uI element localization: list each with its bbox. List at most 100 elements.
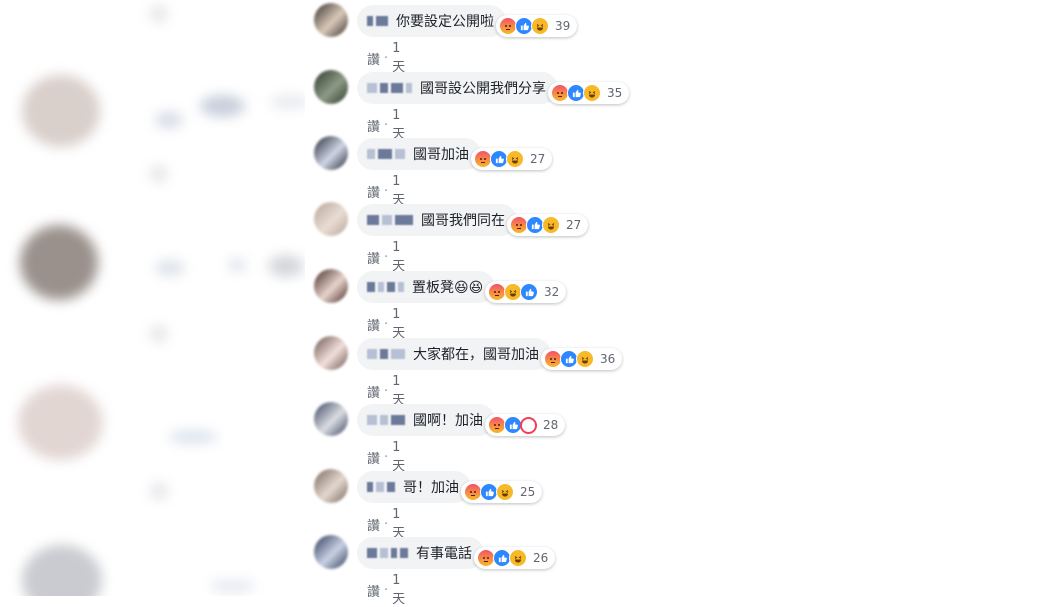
love-reaction-icon	[520, 416, 537, 434]
avatar[interactable]	[314, 402, 348, 436]
like-reaction-icon	[520, 283, 538, 301]
blurred-text	[268, 255, 304, 277]
avatar[interactable]	[314, 469, 348, 503]
comment-text: 有事電話	[416, 546, 472, 562]
comment-timestamp[interactable]: 1天	[392, 573, 405, 607]
separator-dot: ·	[384, 50, 389, 66]
reactions-summary[interactable]: 28	[485, 414, 566, 436]
like-link[interactable]: 讚	[367, 116, 380, 135]
comment-bubble: 國哥設公開我們分享	[357, 72, 558, 104]
comment-timestamp[interactable]: 1天	[392, 307, 405, 341]
comment-text: 置板凳😆😆	[412, 280, 484, 296]
reaction-count: 39	[555, 19, 571, 33]
avatar[interactable]	[314, 336, 348, 370]
like-link[interactable]: 讚	[367, 382, 380, 401]
blurred-text	[155, 112, 183, 128]
reactions-summary[interactable]: 39	[496, 15, 578, 37]
reaction-count: 27	[566, 218, 582, 232]
like-link[interactable]: 讚	[367, 182, 380, 201]
reaction-count: 35	[607, 86, 623, 100]
like-link[interactable]: 讚	[367, 315, 380, 334]
reaction-count: 26	[533, 551, 549, 565]
like-link[interactable]: 讚	[367, 581, 380, 600]
reactions-summary[interactable]: 26	[474, 547, 556, 569]
comment-text: 大家都在，國哥加油	[413, 347, 539, 363]
commenter-name-redacted[interactable]	[367, 349, 405, 359]
comment-bubble: 國啊！加油	[357, 404, 495, 436]
comment-bubble: 置板凳😆😆	[357, 271, 496, 303]
comment-timestamp[interactable]: 1天	[392, 440, 405, 474]
separator-dot: ·	[384, 449, 389, 465]
comment-bubble: 哥！加油	[357, 471, 471, 503]
blurred-avatar	[20, 225, 98, 300]
haha-reaction-icon	[583, 84, 601, 102]
avatar[interactable]	[314, 70, 348, 104]
reactions-summary[interactable]: 25	[461, 481, 543, 503]
avatar[interactable]	[314, 3, 348, 37]
commenter-name-redacted[interactable]	[367, 215, 413, 225]
blurred-avatar	[18, 385, 103, 460]
separator-dot: ·	[384, 316, 389, 332]
reactions-summary[interactable]: 27	[471, 148, 553, 170]
comment-actions: 讚 · 1天	[367, 174, 405, 208]
comment-bubble: 你要設定公開啦	[357, 5, 506, 37]
avatar[interactable]	[314, 269, 348, 303]
reactions-summary[interactable]: 36	[541, 348, 623, 370]
reactions-summary[interactable]: 32	[485, 281, 567, 303]
reaction-count: 25	[520, 485, 536, 499]
haha-reaction-icon	[506, 150, 524, 168]
comment-timestamp[interactable]: 1天	[392, 240, 405, 274]
blurred-background-left	[0, 0, 305, 596]
blurred-dot	[150, 482, 168, 500]
comment-text: 國哥加油	[413, 147, 469, 163]
like-link[interactable]: 讚	[367, 248, 380, 267]
commenter-name-redacted[interactable]	[367, 482, 395, 492]
reactions-summary[interactable]: 27	[507, 214, 589, 236]
separator-dot: ·	[384, 183, 389, 199]
blurred-avatar	[22, 75, 100, 147]
blurred-text	[168, 430, 218, 444]
like-link[interactable]: 讚	[367, 49, 380, 68]
haha-reaction-icon	[576, 350, 594, 368]
comment-text: 國哥我們同在	[421, 213, 505, 229]
separator-dot: ·	[384, 516, 389, 532]
comment-timestamp[interactable]: 1天	[392, 174, 405, 208]
commenter-name-redacted[interactable]	[367, 548, 408, 558]
comment-text: 國哥設公開我們分享	[420, 81, 546, 97]
comment-actions: 讚 · 1天	[367, 507, 405, 541]
comment-timestamp[interactable]: 1天	[392, 108, 405, 142]
blurred-avatar	[22, 545, 102, 596]
avatar[interactable]	[314, 535, 348, 569]
like-link[interactable]: 讚	[367, 448, 380, 467]
comment-actions: 讚 · 1天	[367, 108, 405, 142]
commenter-name-redacted[interactable]	[367, 83, 412, 93]
commenter-name-redacted[interactable]	[367, 415, 405, 425]
comment-timestamp[interactable]: 1天	[392, 41, 405, 75]
reactions-summary[interactable]: 35	[548, 82, 630, 104]
avatar[interactable]	[314, 136, 348, 170]
blurred-dot	[150, 5, 168, 23]
comment-actions: 讚 · 1天	[367, 573, 405, 607]
blurred-text	[228, 258, 246, 272]
separator-dot: ·	[384, 582, 389, 598]
haha-reaction-icon	[531, 17, 549, 35]
commenter-name-redacted[interactable]	[367, 282, 404, 292]
reaction-count: 27	[530, 152, 546, 166]
separator-dot: ·	[384, 383, 389, 399]
blurred-text	[155, 260, 185, 276]
commenter-name-redacted[interactable]	[367, 16, 388, 26]
like-link[interactable]: 讚	[367, 515, 380, 534]
comment-timestamp[interactable]: 1天	[392, 374, 405, 408]
reaction-count: 32	[544, 285, 560, 299]
separator-dot: ·	[384, 117, 389, 133]
avatar[interactable]	[314, 202, 348, 236]
comment-text: 國啊！加油	[413, 413, 483, 429]
comment-timestamp[interactable]: 1天	[392, 507, 405, 541]
comment-text: 你要設定公開啦	[396, 14, 494, 30]
haha-reaction-icon	[542, 216, 560, 234]
blurred-text	[210, 580, 255, 592]
comment-bubble: 大家都在，國哥加油	[357, 338, 551, 370]
separator-dot: ·	[384, 249, 389, 265]
commenter-name-redacted[interactable]	[367, 149, 405, 159]
comment-text: 哥！加油	[403, 480, 459, 496]
